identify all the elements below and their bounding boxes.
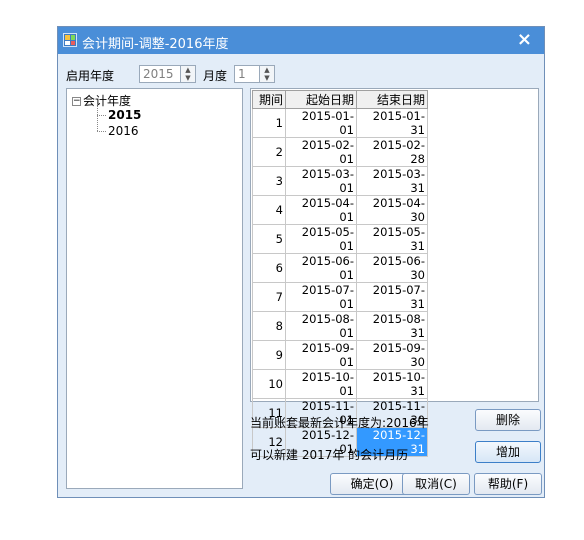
- period-cell[interactable]: 2: [252, 137, 286, 167]
- tree-connector: [97, 104, 98, 131]
- month-value: 1: [238, 67, 246, 81]
- tree-root[interactable]: − 会计年度: [72, 92, 131, 109]
- end-date-cell[interactable]: 2015-09-30: [356, 340, 428, 370]
- period-cell[interactable]: 1: [252, 108, 286, 138]
- period-cell[interactable]: 3: [252, 166, 286, 196]
- start-date-cell[interactable]: 2015-01-01: [285, 108, 357, 138]
- end-date-cell[interactable]: 2015-01-31: [356, 108, 428, 138]
- start-year-label: 启用年度: [66, 69, 115, 83]
- column-header-end-date[interactable]: 结束日期: [356, 90, 428, 109]
- tree-root-label: 会计年度: [83, 94, 132, 108]
- period-cell[interactable]: 4: [252, 195, 286, 225]
- start-year-value: 2015: [143, 67, 174, 81]
- end-date-cell[interactable]: 2015-03-31: [356, 166, 428, 196]
- add-button[interactable]: 增加: [475, 441, 541, 463]
- start-date-cell[interactable]: 2015-06-01: [285, 253, 357, 283]
- month-label: 月度: [203, 69, 228, 83]
- table-row[interactable]: 9 2015-09-01 2015-09-30: [252, 340, 428, 370]
- table-row[interactable]: 2 2015-02-01 2015-02-28: [252, 137, 428, 167]
- start-date-cell[interactable]: 2015-02-01: [285, 137, 357, 167]
- table-row[interactable]: 7 2015-07-01 2015-07-31: [252, 282, 428, 312]
- start-date-cell[interactable]: 2015-10-01: [285, 369, 357, 399]
- tree-connector: [97, 131, 106, 132]
- title-bar[interactable]: 会计期间-调整-2016年度 ×: [58, 27, 544, 54]
- column-header-start-date[interactable]: 起始日期: [285, 90, 357, 109]
- spin-up-icon[interactable]: ▲: [181, 66, 195, 74]
- period-dialog: 会计期间-调整-2016年度 × 启用年度 2015 ▲ ▼ 月度 1 ▲ ▼ − 会…: [57, 26, 545, 498]
- period-table: 期间 起始日期 结束日期 1 2015-01-01 2015-01-31 2 2015-…: [252, 90, 428, 457]
- end-date-cell[interactable]: 2015-10-31: [356, 369, 428, 399]
- period-cell[interactable]: 6: [252, 253, 286, 283]
- tree-item-2015[interactable]: 2015: [108, 108, 141, 122]
- new-calendar-text: 可以新建 2017年 的会计月历: [250, 448, 409, 462]
- end-date-cell[interactable]: 2015-02-28: [356, 137, 428, 167]
- month-spinner[interactable]: 1 ▲ ▼: [234, 65, 275, 83]
- fiscal-year-tree[interactable]: − 会计年度 2015 2016: [66, 88, 243, 489]
- column-header-period[interactable]: 期间: [252, 90, 286, 109]
- table-row[interactable]: 10 2015-10-01 2015-10-31: [252, 369, 428, 399]
- end-date-cell[interactable]: 2015-06-30: [356, 253, 428, 283]
- period-cell[interactable]: 7: [252, 282, 286, 312]
- table-row[interactable]: 1 2015-01-01 2015-01-31: [252, 108, 428, 138]
- cancel-button[interactable]: 取消(C): [402, 473, 470, 495]
- table-row[interactable]: 8 2015-08-01 2015-08-31: [252, 311, 428, 341]
- start-date-cell[interactable]: 2015-08-01: [285, 311, 357, 341]
- tree-item-2016[interactable]: 2016: [108, 124, 139, 138]
- start-date-cell[interactable]: 2015-04-01: [285, 195, 357, 225]
- spin-up-icon[interactable]: ▲: [260, 66, 274, 74]
- window-title: 会计期间-调整-2016年度: [82, 37, 229, 52]
- app-icon: [63, 33, 77, 47]
- start-date-cell[interactable]: 2015-07-01: [285, 282, 357, 312]
- tree-connector: [97, 115, 106, 116]
- start-date-cell[interactable]: 2015-05-01: [285, 224, 357, 254]
- spin-down-icon[interactable]: ▼: [260, 74, 274, 82]
- end-date-cell[interactable]: 2015-08-31: [356, 311, 428, 341]
- start-year-spinner[interactable]: 2015 ▲ ▼: [139, 65, 196, 83]
- end-date-cell[interactable]: 2015-05-31: [356, 224, 428, 254]
- period-cell[interactable]: 9: [252, 340, 286, 370]
- latest-year-text: 当前账套最新会计年度为:2016年: [250, 416, 429, 430]
- end-date-cell[interactable]: 2015-07-31: [356, 282, 428, 312]
- table-row[interactable]: 6 2015-06-01 2015-06-30: [252, 253, 428, 283]
- start-date-cell[interactable]: 2015-09-01: [285, 340, 357, 370]
- start-date-cell[interactable]: 2015-03-01: [285, 166, 357, 196]
- table-row[interactable]: 4 2015-04-01 2015-04-30: [252, 195, 428, 225]
- end-date-cell[interactable]: 2015-04-30: [356, 195, 428, 225]
- period-grid: 期间 起始日期 结束日期 1 2015-01-01 2015-01-31 2 2015-…: [250, 88, 539, 457]
- spin-down-icon[interactable]: ▼: [181, 74, 195, 82]
- period-cell[interactable]: 5: [252, 224, 286, 254]
- period-cell[interactable]: 8: [252, 311, 286, 341]
- period-cell[interactable]: 10: [252, 369, 286, 399]
- table-row[interactable]: 3 2015-03-01 2015-03-31: [252, 166, 428, 196]
- help-button[interactable]: 帮助(F): [474, 473, 542, 495]
- delete-button[interactable]: 删除: [475, 409, 541, 431]
- table-row[interactable]: 5 2015-05-01 2015-05-31: [252, 224, 428, 254]
- collapse-icon[interactable]: −: [72, 97, 81, 106]
- close-icon[interactable]: ×: [517, 30, 532, 50]
